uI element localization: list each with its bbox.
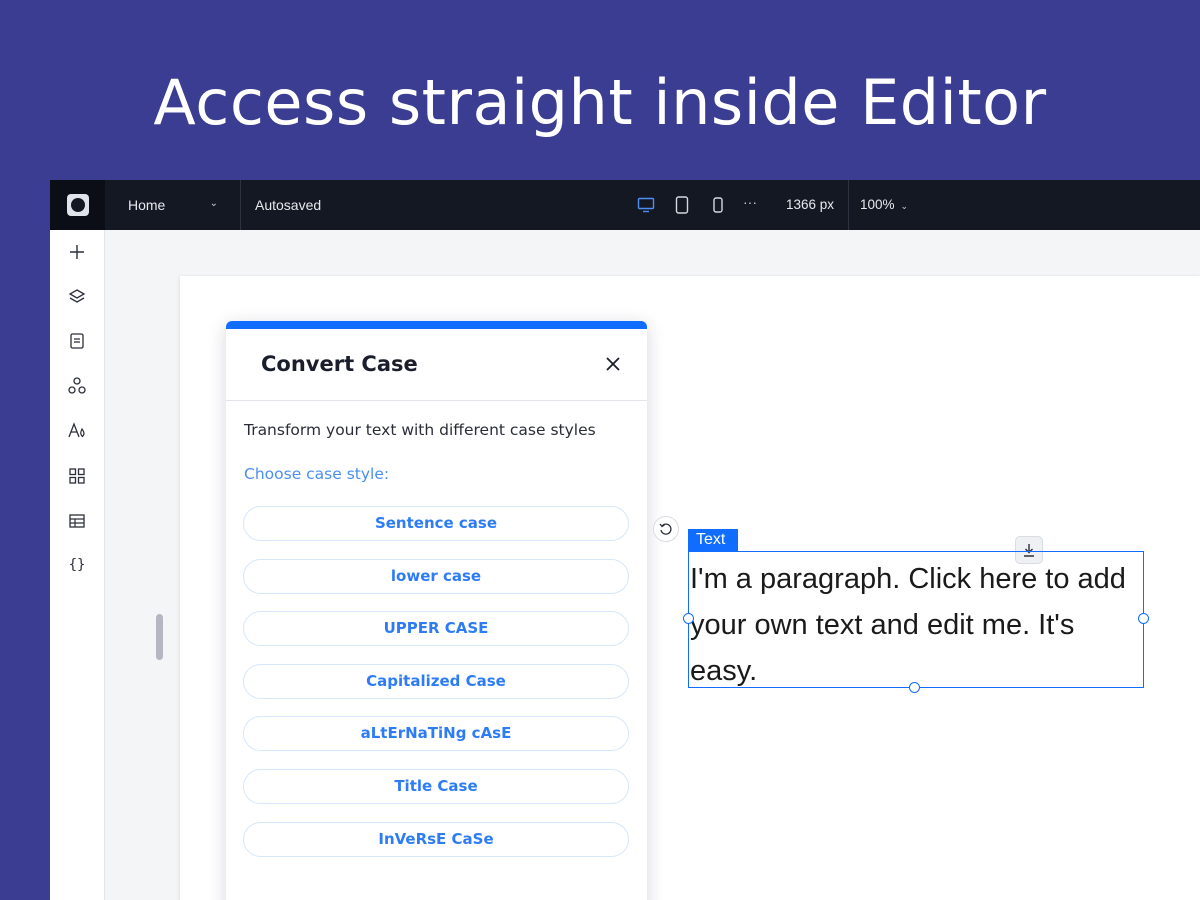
rotate-icon[interactable] — [653, 516, 679, 542]
top-bar: Home ⌄ Autosaved ··· 1366 px 100% ⌄ — [50, 180, 1200, 230]
add-icon[interactable] — [67, 242, 87, 262]
headline: Access straight inside Editor — [153, 66, 1047, 139]
pages-icon[interactable] — [67, 331, 87, 351]
zoom-selector[interactable]: 100% ⌄ — [860, 197, 908, 212]
chevron-down-icon: ⌄ — [900, 201, 909, 211]
title-case-button[interactable]: Title Case — [243, 768, 629, 804]
upper-case-button[interactable]: UPPER CASE — [243, 611, 629, 647]
text-element[interactable]: I'm a paragraph. Click here to add your … — [683, 551, 1149, 693]
apps-icon[interactable] — [67, 376, 87, 396]
wix-studio-logo-icon — [66, 194, 89, 216]
page-selector[interactable]: Home ⌄ — [105, 180, 241, 230]
panel-description: Transform your text with different case … — [244, 421, 596, 439]
convert-case-panel: Convert Case Transform your text with di… — [226, 321, 647, 900]
resize-handle-left[interactable] — [683, 613, 694, 624]
resize-handle-right[interactable] — [1138, 613, 1149, 624]
sentence-case-button[interactable]: Sentence case — [243, 506, 629, 541]
panel-header: Convert Case — [226, 329, 647, 401]
divider — [848, 180, 849, 230]
alternating-case-button[interactable]: aLtErNaTiNg cAsE — [243, 716, 629, 752]
paragraph-text[interactable]: I'm a paragraph. Click here to add your … — [690, 556, 1140, 694]
logo-button[interactable] — [50, 180, 105, 230]
panel-title: Convert Case — [261, 352, 418, 376]
left-toolbar: {} — [50, 230, 105, 900]
text-element-tag: Text — [688, 529, 738, 551]
zoom-value: 100% — [860, 197, 895, 212]
mobile-icon[interactable] — [707, 194, 729, 216]
site-page: Convert Case Transform your text with di… — [180, 276, 1200, 900]
resize-handle-bottom[interactable] — [909, 682, 920, 693]
autosaved-status: Autosaved — [255, 197, 322, 213]
case-options: Sentence case lower case UPPER CASE Capi… — [243, 506, 630, 874]
choose-case-label: Choose case style: — [244, 465, 390, 483]
more-options-icon[interactable]: ··· — [743, 194, 757, 210]
desktop-icon[interactable] — [635, 194, 657, 216]
close-icon[interactable] — [603, 354, 623, 374]
scroll-handle[interactable] — [156, 614, 163, 660]
canvas-width-value[interactable]: 1366 px — [786, 197, 834, 212]
capitalized-case-button[interactable]: Capitalized Case — [243, 663, 629, 699]
lower-case-button[interactable]: lower case — [243, 558, 629, 594]
design-icon[interactable] — [67, 421, 87, 441]
panel-accent-bar — [226, 321, 647, 329]
editor-canvas: Convert Case Transform your text with di… — [105, 230, 1200, 900]
cms-table-icon[interactable] — [67, 511, 87, 531]
inverse-case-button[interactable]: InVeRsE CaSe — [243, 821, 629, 857]
page-selector-value: Home — [128, 197, 166, 213]
widgets-icon[interactable] — [67, 466, 87, 486]
tablet-icon[interactable] — [671, 194, 693, 216]
editor-window: Home ⌄ Autosaved ··· 1366 px 100% ⌄ {} C… — [50, 180, 1200, 900]
chevron-down-icon: ⌄ — [209, 198, 218, 209]
code-icon[interactable]: {} — [67, 555, 87, 575]
layers-icon[interactable] — [67, 287, 87, 307]
